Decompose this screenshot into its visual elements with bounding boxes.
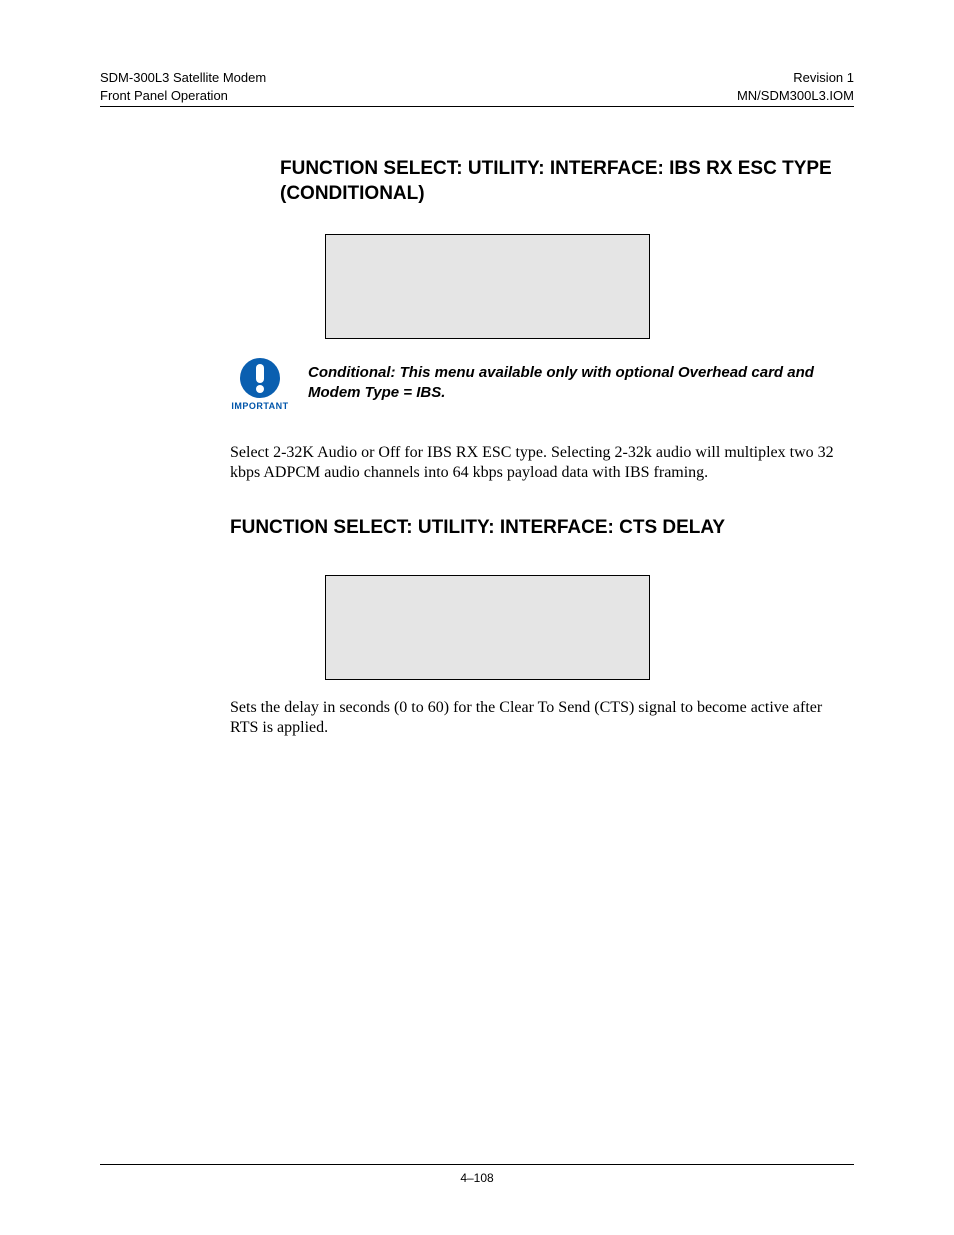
header-left-top: SDM-300L3 Satellite Modem	[100, 70, 266, 85]
header-right-top: Revision 1	[793, 70, 854, 85]
lcd-display-box-2	[325, 575, 650, 680]
page-number: 4–108	[460, 1171, 493, 1185]
important-icon: IMPORTANT	[230, 357, 290, 411]
important-callout: IMPORTANT Conditional: This menu availab…	[230, 357, 854, 411]
page-header: SDM-300L3 Satellite Modem Revision 1 Fro…	[100, 70, 854, 107]
section2-body: Sets the delay in seconds (0 to 60) for …	[230, 698, 854, 738]
footer-divider	[100, 1164, 854, 1165]
header-divider	[100, 106, 854, 107]
section-cts-delay: FUNCTION SELECT: UTILITY: INTERFACE: CTS…	[230, 517, 854, 738]
section1-heading: FUNCTION SELECT: UTILITY: INTERFACE: IBS…	[280, 157, 854, 206]
section1-body: Select 2-32K Audio or Off for IBS RX ESC…	[230, 443, 854, 483]
section2-heading: FUNCTION SELECT: UTILITY: INTERFACE: CTS…	[230, 517, 854, 539]
important-label: IMPORTANT	[230, 401, 290, 411]
main-content: FUNCTION SELECT: UTILITY: INTERFACE: IBS…	[230, 157, 854, 1164]
lcd-display-box-1	[325, 234, 650, 339]
header-left-bottom: Front Panel Operation	[100, 88, 228, 103]
section-ibs-rx-esc: FUNCTION SELECT: UTILITY: INTERFACE: IBS…	[230, 157, 854, 483]
page-footer: 4–108	[100, 1164, 854, 1185]
header-right-bottom: MN/SDM300L3.IOM	[737, 88, 854, 103]
important-text: Conditional: This menu available only wi…	[308, 363, 854, 402]
